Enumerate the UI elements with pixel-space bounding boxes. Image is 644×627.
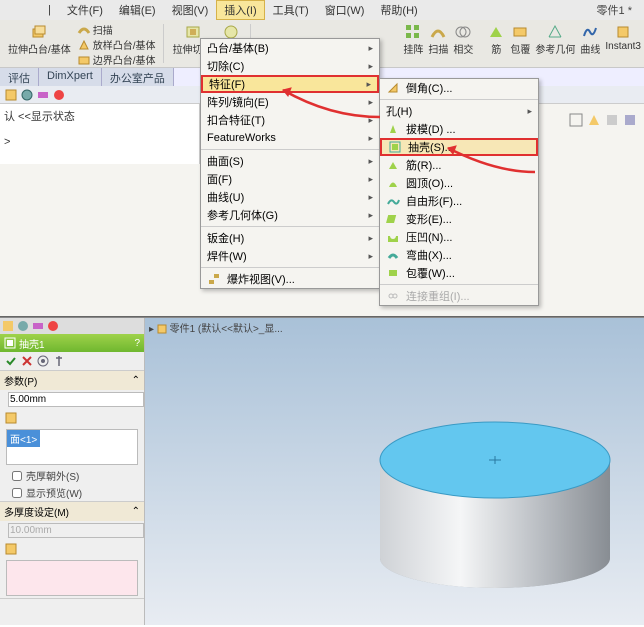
shell-outward-checkbox[interactable] — [12, 471, 22, 481]
extrude-boss-button[interactable]: 拉伸凸台/基体 — [6, 22, 73, 65]
menu-insert[interactable]: 插入(I) — [216, 0, 264, 20]
preview-button[interactable] — [36, 354, 50, 368]
annotation-arrow-2 — [440, 140, 540, 180]
breadcrumb[interactable]: ▸ 零件1 (默认<<默认>_显... — [149, 320, 283, 335]
faces-icon — [4, 411, 18, 425]
menu-refgeo[interactable]: 参考几何体(G) — [201, 206, 379, 224]
submenu-chamfer[interactable]: 倒角(C)... — [380, 79, 538, 97]
sweep-button[interactable]: 扫描 — [77, 22, 156, 37]
menu-surface[interactable]: 曲面(S) — [201, 152, 379, 170]
feature-tree[interactable]: 认 <<显示状态 > — [0, 104, 200, 164]
sweep2-button[interactable]: 扫描 — [427, 22, 449, 57]
property-manager: 抽壳1 ? 参数(P) ⌃ ▴▾ 面<1> 壳厚 — [0, 318, 145, 625]
instant3d-button[interactable]: Instant3 — [604, 22, 642, 57]
pm-tab-app-icon[interactable] — [46, 319, 60, 333]
menu-exploded-view[interactable]: 爆炸视图(V)... — [201, 270, 379, 288]
submenu-flex[interactable]: 弯曲(X)... — [380, 246, 538, 264]
pm-tab-disp-icon[interactable] — [31, 319, 45, 333]
section-icon[interactable] — [622, 112, 638, 128]
assembly-icon[interactable] — [4, 88, 18, 102]
menu-view[interactable]: 视图(V) — [164, 0, 217, 20]
pm-tab-conf-icon[interactable] — [16, 319, 30, 333]
menu-sheetmetal[interactable]: 钣金(H) — [201, 229, 379, 247]
rib-button[interactable]: 筋 — [486, 22, 506, 57]
document-title: 零件1 * — [597, 2, 632, 18]
pattern-button[interactable]: 挂阵 — [402, 22, 424, 57]
menu-help[interactable]: 帮助(H) — [372, 0, 425, 20]
shell-icon — [4, 337, 16, 349]
insert-menu: 凸台/基体(B) 切除(C) 特征(F) 阵列/镜向(E) 扣合特征(T) Fe… — [200, 38, 380, 289]
model-cylinder — [345, 398, 625, 598]
ok-button[interactable] — [4, 354, 18, 368]
tab-evaluate[interactable]: 评估 — [0, 68, 39, 86]
faces2-icon — [4, 542, 18, 556]
submenu-draft[interactable]: 拔模(D) ... — [380, 120, 538, 138]
multi-section-header[interactable]: 多厚度设定(M) ⌃ — [0, 502, 144, 521]
params-section-header[interactable]: 参数(P) ⌃ — [0, 371, 144, 390]
menu-file[interactable]: 文件(F) — [59, 0, 111, 20]
ribbon-right: 挂阵 扫描 相交 筋 包覆 参考几何 曲线 Instant3 — [402, 22, 642, 57]
intersect-button[interactable]: 相交 — [452, 22, 474, 57]
orientation-icon[interactable] — [586, 112, 602, 128]
menu-curve[interactable]: 曲线(U) — [201, 188, 379, 206]
show-preview-checkbox[interactable] — [12, 488, 22, 498]
thickness-input[interactable] — [8, 392, 144, 407]
pm-buttons — [0, 352, 144, 371]
pm-tab-strip — [0, 318, 144, 334]
menu-boss[interactable]: 凸台/基体(B) — [201, 39, 379, 57]
wrap-button[interactable]: 包覆 — [509, 22, 531, 57]
collapse-icon: ⌃ — [132, 506, 140, 517]
zoom-fit-icon[interactable] — [568, 112, 584, 128]
menu-face[interactable]: 面(F) — [201, 170, 379, 188]
display-style-icon[interactable] — [604, 112, 620, 128]
menu-edit[interactable]: 编辑(E) — [111, 0, 164, 20]
collapse-icon: ⌃ — [132, 375, 140, 386]
boundary-button[interactable]: 边界凸台/基体 — [77, 52, 156, 67]
feature-submenu: 倒角(C)... 孔(H) 拔模(D) ... 抽壳(S)... 筋(R)...… — [379, 78, 539, 306]
tab-dimxpert[interactable]: DimXpert — [39, 68, 102, 86]
submenu-freeform[interactable]: 自由形(F)... — [380, 192, 538, 210]
submenu-chain: 连接重组(I)... — [380, 287, 538, 305]
menu-tools[interactable]: 工具(T) — [265, 0, 317, 20]
loft-button[interactable]: 放样凸台/基体 — [77, 37, 156, 52]
faces-selection-box[interactable]: 面<1> — [6, 429, 138, 465]
config-icon[interactable] — [20, 88, 34, 102]
graphics-area[interactable]: ▸ 零件1 (默认<<默认>_显... — [145, 318, 644, 625]
menu-weldment[interactable]: 焊件(W) — [201, 247, 379, 265]
pin-button[interactable] — [52, 354, 66, 368]
pm-help-icon[interactable]: ? — [134, 338, 140, 349]
appearance-icon[interactable] — [52, 88, 66, 102]
selected-face[interactable]: 面<1> — [7, 430, 40, 447]
menu-featureworks[interactable]: FeatureWorks — [201, 129, 379, 147]
multi-thickness-input — [8, 523, 144, 538]
display-icon[interactable] — [36, 88, 50, 102]
refgeo-button[interactable]: 参考几何 — [534, 22, 576, 57]
tab-office[interactable]: 办公室产品 — [102, 68, 174, 86]
annotation-arrow-1 — [275, 82, 385, 122]
pm-tab-feat-icon[interactable] — [1, 319, 15, 333]
pm-title-bar: 抽壳1 ? — [0, 334, 144, 352]
submenu-deform[interactable]: 变形(E)... — [380, 210, 538, 228]
curve-button[interactable]: 曲线 — [579, 22, 601, 57]
menu-cut[interactable]: 切除(C) — [201, 57, 379, 75]
menu-window[interactable]: 窗口(W) — [317, 0, 373, 20]
submenu-hole[interactable]: 孔(H) — [380, 102, 538, 120]
submenu-wrap[interactable]: 包覆(W)... — [380, 264, 538, 282]
view-toolbar — [568, 112, 638, 128]
multi-faces-selection-box[interactable] — [6, 560, 138, 596]
submenu-indent[interactable]: 压凹(N)... — [380, 228, 538, 246]
menubar: | 文件(F) 编辑(E) 视图(V) 插入(I) 工具(T) 窗口(W) 帮助… — [0, 0, 644, 20]
cancel-button[interactable] — [20, 354, 34, 368]
